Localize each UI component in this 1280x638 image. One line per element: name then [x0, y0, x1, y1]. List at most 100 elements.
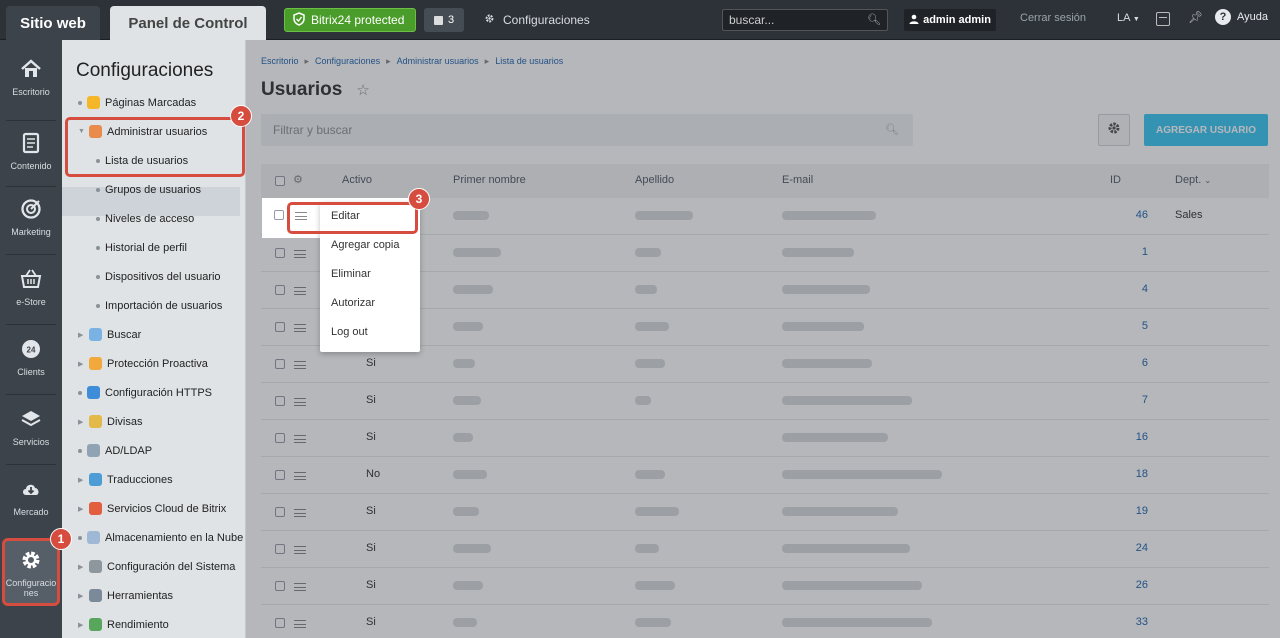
tab-sitio-web[interactable]: Sitio web	[6, 6, 100, 40]
pin-icon[interactable]: 📌︎	[1188, 10, 1203, 24]
submenu-item[interactable]: ▶ Configuración del Sistema	[62, 552, 246, 581]
help-link[interactable]: ? Ayuda	[1215, 9, 1268, 25]
table-row[interactable]: Si 33	[261, 605, 1269, 638]
hamburger-icon[interactable]	[294, 324, 306, 332]
table-row[interactable]: Si 16	[261, 420, 1269, 457]
table-row[interactable]: Si 26	[261, 568, 1269, 605]
submenu-item[interactable]: Páginas Marcadas	[62, 88, 246, 117]
nav-configuraciones[interactable]: Configuraciones	[2, 538, 60, 606]
row-checkbox[interactable]	[275, 396, 285, 406]
notifications-button[interactable]: 3	[424, 8, 464, 32]
user-menu[interactable]: admin admin	[904, 9, 996, 31]
nav-servicios[interactable]: Servicios	[0, 400, 62, 462]
submenu-item[interactable]: Dispositivos del usuario	[62, 262, 246, 291]
hamburger-icon[interactable]	[294, 509, 306, 517]
search-input[interactable]: buscar... 🔍︎	[722, 9, 888, 31]
panel-toggle-icon[interactable]	[1156, 12, 1170, 26]
submenu-item[interactable]: Configuración HTTPS	[62, 378, 246, 407]
submenu-item[interactable]: Grupos de usuarios	[62, 175, 246, 204]
gear-icon[interactable]: ⚙	[293, 173, 303, 186]
row-checkbox[interactable]	[275, 359, 285, 369]
cell-id[interactable]: 18	[1118, 468, 1148, 480]
hamburger-icon[interactable]	[294, 287, 306, 295]
language-selector[interactable]: LA ▼	[1117, 12, 1140, 24]
cell-id[interactable]: 26	[1118, 579, 1148, 591]
select-all-checkbox[interactable]	[275, 176, 285, 186]
hamburger-icon[interactable]	[294, 620, 306, 628]
menu-item-delete[interactable]: Eliminar	[331, 268, 371, 280]
table-row[interactable]: No 18	[261, 457, 1269, 494]
breadcrumb-item[interactable]: Administrar usuarios	[397, 56, 479, 67]
hamburger-icon[interactable]	[294, 546, 306, 554]
nav-mercado[interactable]: Mercado	[0, 470, 62, 532]
row-checkbox[interactable]	[275, 618, 285, 628]
star-icon[interactable]: ☆	[356, 81, 369, 99]
table-row[interactable]: Si 24	[261, 531, 1269, 568]
row-checkbox[interactable]	[275, 322, 285, 332]
submenu-item[interactable]: Lista de usuarios	[62, 146, 246, 175]
submenu-item[interactable]: Importación de usuarios	[62, 291, 246, 320]
cell-id[interactable]: 5	[1118, 320, 1148, 332]
submenu-item[interactable]: ▶ Divisas	[62, 407, 246, 436]
breadcrumb-item[interactable]: Configuraciones	[315, 56, 380, 67]
menu-item-authorize[interactable]: Autorizar	[331, 297, 375, 309]
row-checkbox[interactable]	[274, 210, 284, 220]
submenu-item[interactable]: ▶ Buscar	[62, 320, 246, 349]
add-user-button[interactable]: AGREGAR USUARIO	[1144, 114, 1268, 146]
settings-button[interactable]	[1098, 114, 1130, 146]
cell-id[interactable]: 19	[1118, 505, 1148, 517]
cell-id[interactable]: 33	[1118, 616, 1148, 628]
col-first-name[interactable]: Primer nombre	[453, 174, 526, 186]
submenu-item[interactable]: AD/LDAP	[62, 436, 246, 465]
submenu-item[interactable]: ▶ Rendimiento	[62, 610, 246, 638]
hamburger-icon[interactable]	[294, 435, 306, 443]
hamburger-icon[interactable]	[294, 583, 306, 591]
col-active[interactable]: Activo	[342, 174, 372, 186]
breadcrumb-item[interactable]: Lista de usuarios	[495, 56, 563, 67]
search-icon[interactable]: 🔍︎	[867, 13, 881, 26]
nav-e-store[interactable]: e-Store	[0, 260, 62, 322]
row-checkbox[interactable]	[275, 507, 285, 517]
search-icon[interactable]: 🔍︎	[885, 123, 899, 136]
row-checkbox[interactable]	[275, 248, 285, 258]
tab-panel-de-control[interactable]: Panel de Control	[110, 6, 266, 40]
cell-id[interactable]: 1	[1118, 246, 1148, 258]
nav-escritorio[interactable]: Escritorio	[0, 50, 62, 112]
table-row[interactable]: Si 19	[261, 494, 1269, 531]
submenu-item[interactable]: ▶ Protección Proactiva	[62, 349, 246, 378]
menu-item-edit[interactable]: Editar	[331, 210, 360, 222]
nav-marketing[interactable]: Marketing	[0, 190, 62, 252]
protected-badge[interactable]: Bitrix24 protected	[284, 8, 416, 32]
col-last-name[interactable]: Apellido	[635, 174, 674, 186]
hamburger-icon[interactable]	[294, 361, 306, 369]
submenu-item[interactable]: ▶ Herramientas	[62, 581, 246, 610]
row-checkbox[interactable]	[275, 544, 285, 554]
filter-search-input[interactable]: Filtrar y buscar 🔍︎	[261, 114, 913, 146]
hamburger-icon[interactable]	[295, 212, 307, 220]
config-link[interactable]: Configuraciones	[484, 8, 590, 32]
hamburger-icon[interactable]	[294, 250, 306, 258]
row-checkbox[interactable]	[275, 285, 285, 295]
submenu-item[interactable]: ▶ Traducciones	[62, 465, 246, 494]
hamburger-icon[interactable]	[294, 398, 306, 406]
row-checkbox[interactable]	[275, 433, 285, 443]
cell-id[interactable]: 24	[1118, 542, 1148, 554]
table-row[interactable]: Si 7	[261, 383, 1269, 420]
submenu-item[interactable]: ▼ Administrar usuarios	[62, 117, 246, 146]
submenu-item[interactable]: Almacenamiento en la Nube	[62, 523, 246, 552]
logout-link[interactable]: Cerrar sesión	[1020, 12, 1086, 24]
nav-clients[interactable]: 24 Clients	[0, 330, 62, 392]
cell-id[interactable]: 6	[1118, 357, 1148, 369]
col-dept[interactable]: Dept. ⌄	[1175, 174, 1211, 186]
submenu-item[interactable]: ▶ Servicios Cloud de Bitrix	[62, 494, 246, 523]
cell-id[interactable]: 7	[1118, 394, 1148, 406]
menu-item-logout[interactable]: Log out	[331, 326, 368, 338]
submenu-item[interactable]: Historial de perfil	[62, 233, 246, 262]
breadcrumb-item[interactable]: Escritorio	[261, 56, 299, 67]
col-id[interactable]: ID	[1110, 174, 1121, 186]
hamburger-icon[interactable]	[294, 472, 306, 480]
cell-id[interactable]: 4	[1118, 283, 1148, 295]
menu-item-copy[interactable]: Agregar copia	[331, 239, 400, 251]
nav-contenido[interactable]: Contenido	[0, 124, 62, 186]
cell-id[interactable]: 16	[1118, 431, 1148, 443]
